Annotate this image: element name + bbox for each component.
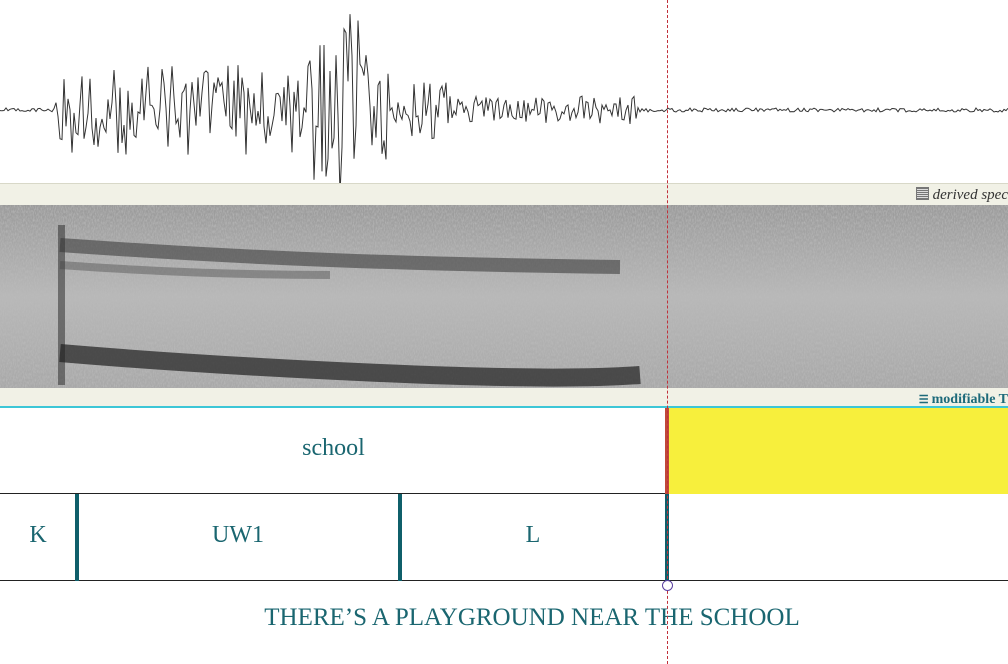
spectrogram-track-label[interactable]: derived spec xyxy=(915,187,1008,204)
selected-interval[interactable] xyxy=(668,408,1008,494)
tier-track-label[interactable]: ☰ modifiable T xyxy=(919,392,1008,408)
waveform-trace xyxy=(0,14,1008,195)
tier-header: ☰ modifiable T xyxy=(0,388,1008,408)
sentence-transcript: THERE’S A PLAYGROUND NEAR THE SCHOOL xyxy=(264,604,800,631)
phone-tier[interactable]: K UW1 L xyxy=(0,494,1008,581)
tier-icon: ☰ xyxy=(918,394,929,406)
tier-label-text: modifiable T xyxy=(931,392,1008,407)
spectrogram-image xyxy=(0,205,1008,388)
time-cursor[interactable] xyxy=(667,0,668,664)
phone-segment-uw1[interactable]: UW1 xyxy=(78,522,398,549)
cursor-handle[interactable] xyxy=(662,580,673,591)
spectrogram-icon xyxy=(915,187,929,200)
spectrogram-label-text: derived spec xyxy=(932,187,1008,203)
phone-segment-l[interactable]: L xyxy=(401,522,665,549)
phone-segment-k[interactable]: K xyxy=(0,522,76,549)
spectrogram-panel[interactable] xyxy=(0,205,1008,388)
waveform-panel[interactable] xyxy=(0,0,1008,195)
spectrogram-header: derived spec xyxy=(0,183,1008,205)
waveform-plot xyxy=(0,14,1008,195)
word-segment-school[interactable]: school xyxy=(0,435,667,462)
